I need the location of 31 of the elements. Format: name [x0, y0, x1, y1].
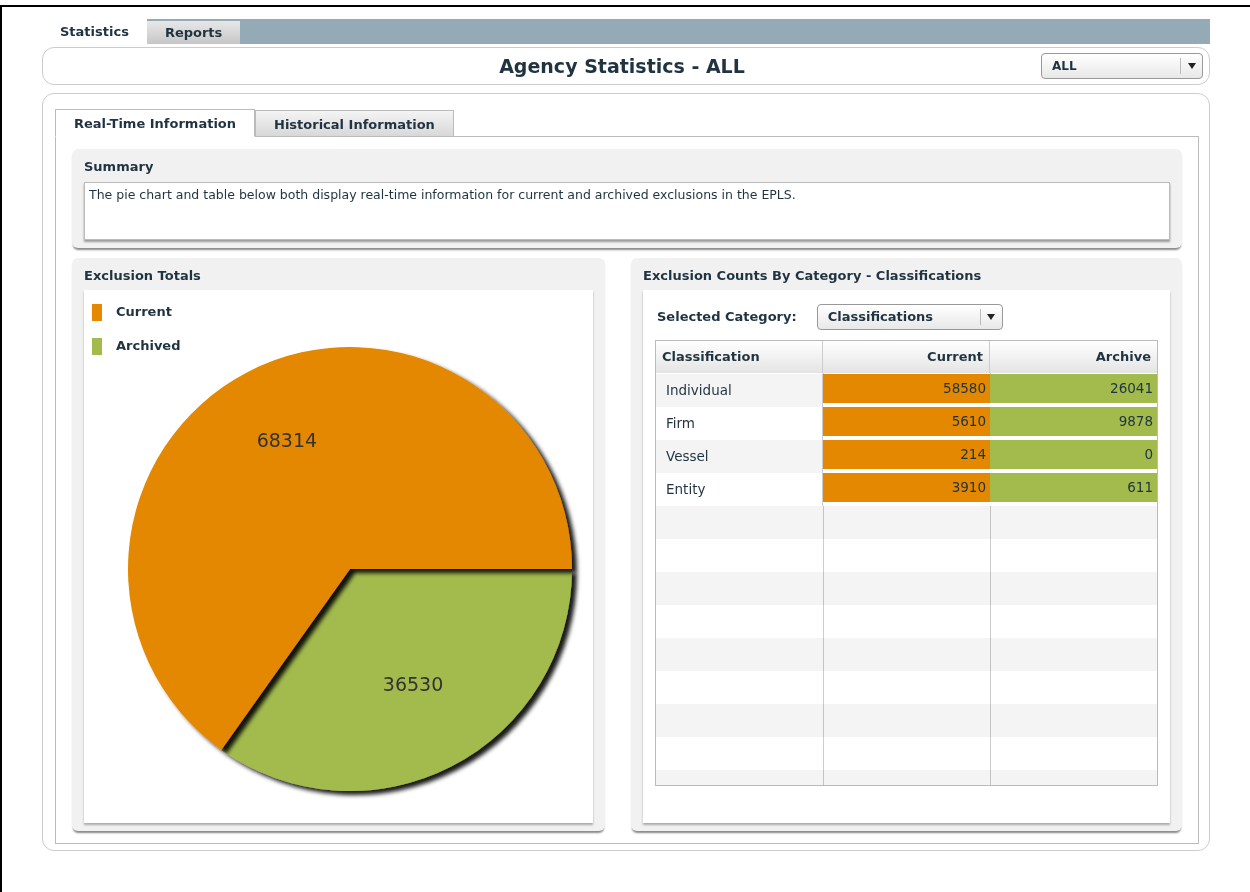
page-title: Agency Statistics - ALL	[498, 53, 746, 79]
panel-title: Summary	[84, 158, 155, 176]
table-cell: 9878	[990, 407, 1157, 440]
caret-icon	[987, 314, 996, 320]
table-cell: Individual	[656, 374, 823, 407]
table-cell: Vessel	[656, 440, 823, 473]
table-cell: 0	[990, 440, 1157, 473]
table-cell: 26041	[990, 374, 1157, 407]
tab[interactable]: Historical Information	[255, 110, 454, 136]
legend-label: Archived	[116, 337, 181, 356]
table-cell: 5610	[823, 407, 990, 440]
table-cell: 214	[823, 440, 990, 473]
tab[interactable]: Real-Time Information	[55, 109, 256, 137]
category-select[interactable]: Classifications	[816, 304, 1003, 330]
tab[interactable]: Statistics	[42, 19, 147, 44]
panel-title: Exclusion Counts By Category - Classifications	[643, 266, 983, 285]
summary-text: The pie chart and table below both display real-time information for current and archived exclusions in the EPLS.	[84, 181, 1170, 240]
table-cell: 58580	[823, 374, 990, 407]
table-cell: 611	[990, 473, 1157, 506]
slice-label: 36530	[382, 673, 444, 696]
agency-select[interactable]: ALL	[1041, 53, 1203, 79]
slice-label: 68314	[256, 428, 318, 451]
panel-title: Exclusion Totals	[84, 266, 202, 285]
legend-label: Current	[116, 303, 172, 322]
category-label: Selected Category:	[657, 308, 797, 327]
column-header[interactable]: Classification	[656, 341, 823, 373]
column-header[interactable]: Archive	[990, 341, 1157, 373]
table-cell: 3910	[823, 473, 990, 506]
column-header[interactable]: Current	[823, 341, 990, 373]
tab[interactable]: Reports	[146, 21, 241, 44]
caret-icon	[1187, 63, 1196, 69]
